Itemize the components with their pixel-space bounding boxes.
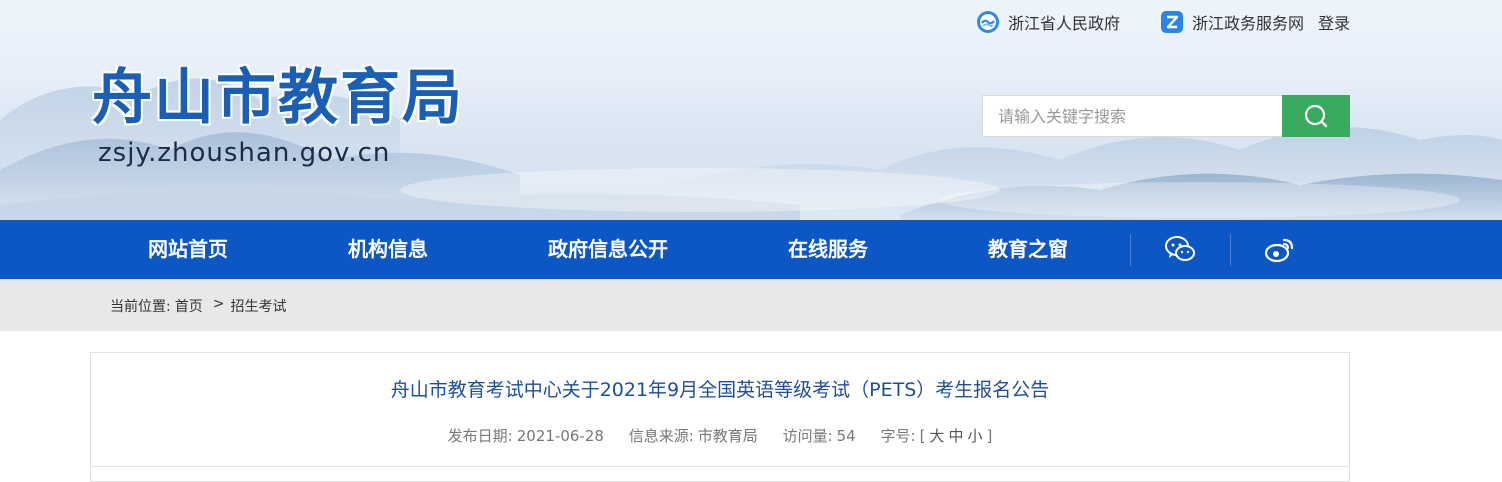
publish-date-label: 发布日期: — [447, 427, 513, 445]
zhejiang-service-icon — [1160, 11, 1183, 33]
font-size-large[interactable]: 大 — [929, 427, 944, 445]
font-size-label: 字号: — [880, 427, 916, 445]
search-input[interactable] — [982, 95, 1282, 137]
nav-divider — [1230, 234, 1231, 266]
nav-divider — [1130, 234, 1131, 266]
article-card: 舟山市教育考试中心关于2021年9月全国英语等级考试（PETS）考生报名公告 发… — [90, 352, 1350, 482]
info-source-label: 信息来源: — [628, 427, 694, 445]
site-domain: zsjy.zhoushan.gov.cn — [98, 138, 391, 168]
publish-date-value: 2021-06-28 — [516, 427, 604, 445]
weibo-icon[interactable] — [1264, 234, 1296, 264]
main-nav: 网站首页 机构信息 政府信息公开 在线服务 教育之窗 — [0, 220, 1502, 279]
info-source: 信息来源: 市教育局 — [629, 427, 758, 445]
breadcrumb: 当前位置: 首页 > 招生考试 — [110, 296, 290, 316]
nav-item-education-window[interactable]: 教育之窗 — [958, 220, 1098, 279]
font-size-medium[interactable]: 中 — [948, 427, 963, 445]
search-button[interactable] — [1282, 95, 1350, 137]
zhejiang-gov-icon — [976, 11, 999, 33]
view-count-value: 54 — [836, 427, 856, 445]
breadcrumb-bar: 当前位置: 首页 > 招生考试 — [0, 279, 1502, 331]
font-size-bracket-open: [ — [919, 427, 926, 445]
zhejiang-gov-label: 浙江省人民政府 — [1007, 14, 1120, 33]
article-title: 舟山市教育考试中心关于2021年9月全国英语等级考试（PETS）考生报名公告 — [390, 379, 1050, 401]
login-link[interactable]: 登录 — [1318, 10, 1350, 34]
breadcrumb-separator: > — [212, 296, 225, 312]
view-count-label: 访问量: — [782, 427, 833, 445]
info-source-value: 市教育局 — [697, 427, 758, 445]
search-icon — [1304, 104, 1328, 128]
top-links: 浙江省人民政府 浙江政务服务网 登录 — [976, 8, 1350, 36]
breadcrumb-prefix: 当前位置: — [110, 299, 171, 315]
zhejiang-gov-link[interactable]: 浙江省人民政府 — [976, 10, 1120, 34]
nav-item-organization[interactable]: 机构信息 — [318, 220, 458, 279]
zhejiang-service-label: 浙江政务服务网 — [1191, 14, 1304, 33]
view-count: 访问量: 54 — [783, 427, 856, 445]
zhejiang-service-link[interactable]: 浙江政务服务网 — [1160, 10, 1304, 34]
article-divider — [91, 466, 1349, 467]
wechat-icon[interactable] — [1164, 234, 1196, 264]
header-banner: 浙江省人民政府 浙江政务服务网 登录 舟山市教育局 zsjy.zhoushan.… — [0, 0, 1502, 220]
breadcrumb-home[interactable]: 首页 — [175, 296, 203, 316]
font-size-control: 字号:[大中小] — [881, 427, 993, 445]
nav-item-home[interactable]: 网站首页 — [118, 220, 258, 279]
breadcrumb-current[interactable]: 招生考试 — [230, 296, 286, 316]
search-bar — [982, 95, 1350, 137]
font-size-small[interactable]: 小 — [967, 427, 982, 445]
nav-item-gov-info[interactable]: 政府信息公开 — [528, 220, 688, 279]
font-size-bracket-close: ] — [986, 427, 993, 445]
site-logo-title[interactable]: 舟山市教育局 — [92, 62, 464, 134]
publish-date: 发布日期: 2021-06-28 — [448, 427, 604, 445]
article-meta: 发布日期: 2021-06-28 信息来源: 市教育局 访问量: 54 字号:[大中小… — [91, 425, 1349, 446]
nav-item-online-service[interactable]: 在线服务 — [758, 220, 898, 279]
